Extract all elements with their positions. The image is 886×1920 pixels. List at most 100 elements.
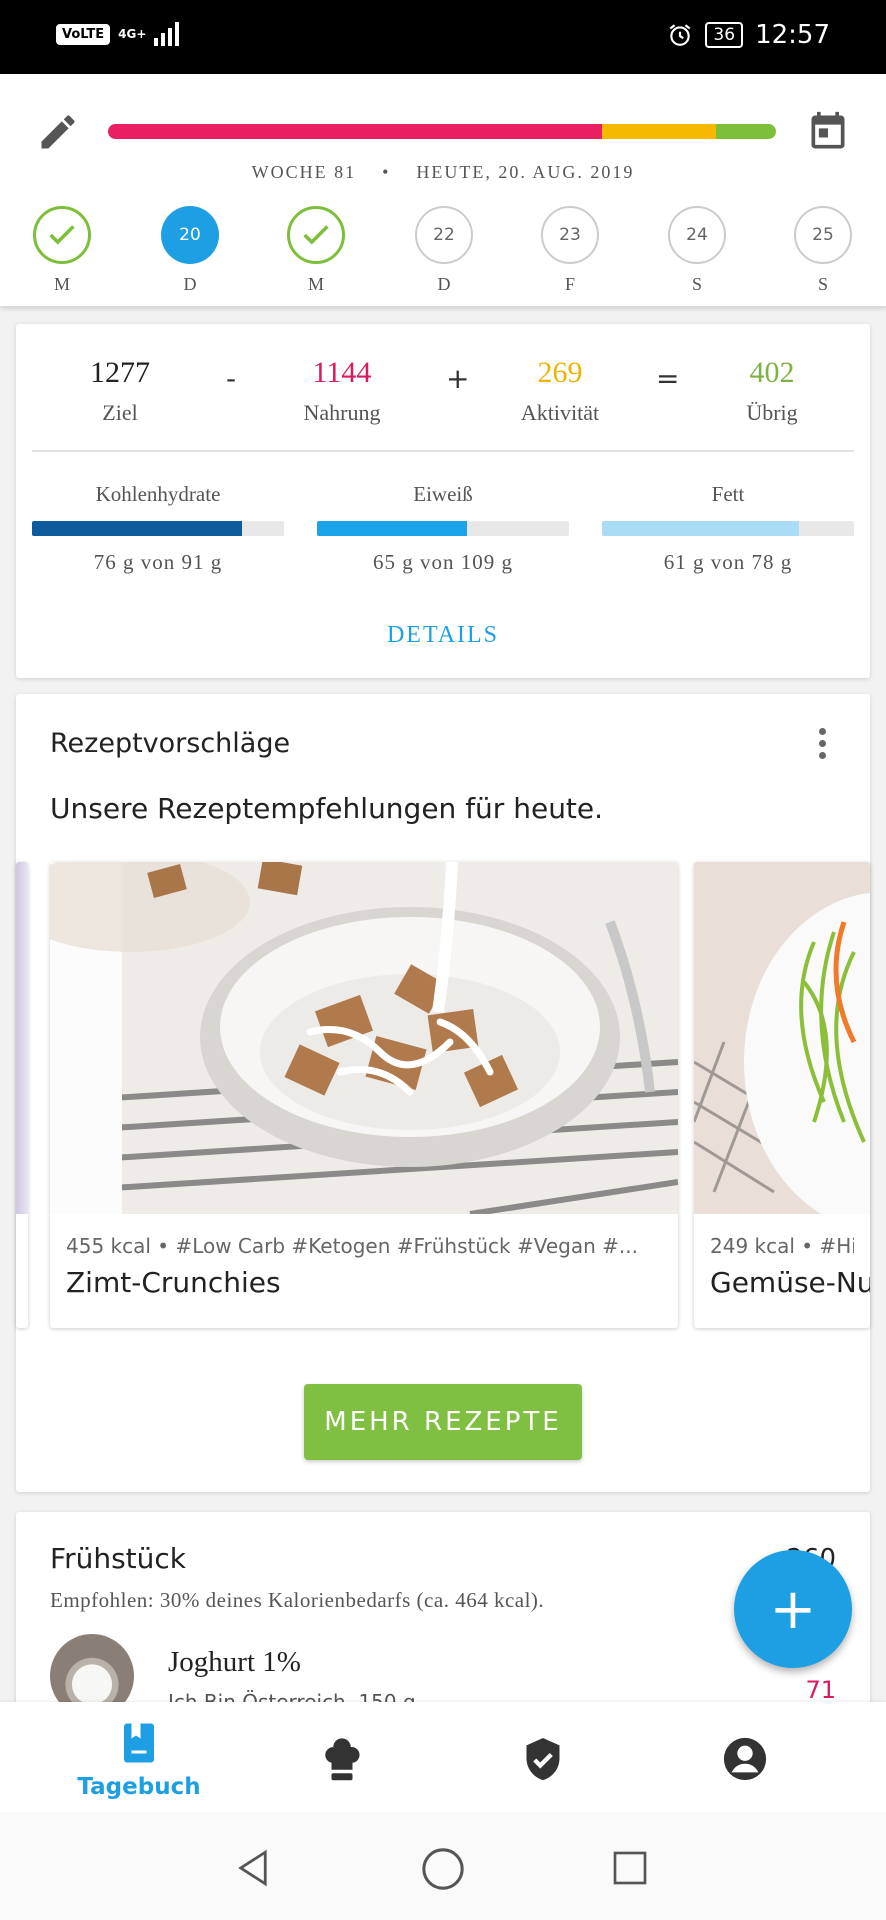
day-4[interactable]: 22 D [414, 206, 474, 295]
day-2[interactable]: 20 D [160, 206, 220, 295]
breakfast-title: Frühstück [50, 1542, 186, 1575]
day-letter: F [564, 274, 575, 294]
macro-value: 76 g von 91 g [93, 550, 223, 574]
week-label: WOCHE 81 [251, 162, 357, 182]
day-circle [287, 206, 345, 264]
macro-bar [602, 521, 854, 536]
day-letter: M [307, 274, 324, 294]
day-circle [33, 206, 91, 264]
nav-profile[interactable] [665, 1736, 825, 1786]
day-letter: S [817, 274, 828, 294]
diary-book-icon [124, 1723, 154, 1763]
clock: 12:57 [755, 20, 830, 50]
macro-value: 61 g von 78 g [663, 550, 793, 574]
day-letter: D [183, 274, 197, 294]
recipe-image [16, 862, 28, 1214]
day-3[interactable]: M [286, 206, 346, 295]
nav-diary[interactable]: Tagebuch [59, 1722, 219, 1800]
week-date-line: WOCHE 81 • HEUTE, 20. AUG. 2019 [0, 162, 886, 183]
activity-value: 269 [537, 356, 583, 389]
recipe-name: Gemüse-Nu [710, 1266, 870, 1299]
food-item-name[interactable]: Joghurt 1% [168, 1646, 301, 1679]
day-circle: 22 [415, 206, 473, 264]
macro-carbs: Kohlenhydrate 76 g von 91 g [32, 482, 284, 575]
recipe-image [694, 862, 870, 1214]
day-circle: 25 [794, 206, 852, 264]
add-entry-button[interactable]: + [734, 1550, 852, 1668]
edit-icon[interactable] [36, 110, 80, 154]
recipe-meta: 455 kcal • #Low Carb #Ketogen #Frühstück… [66, 1234, 638, 1258]
shield-check-icon [526, 1738, 560, 1781]
calorie-progress-bar [108, 124, 776, 139]
macro-fat: Fett 61 g von 78 g [602, 482, 854, 575]
date-label: HEUTE, 20. AUG. 2019 [416, 162, 635, 182]
volte-indicator: VoLTE [56, 23, 111, 45]
food-value: 1144 [312, 356, 372, 389]
day-letter: S [691, 274, 702, 294]
nav-diary-label: Tagebuch [77, 1774, 201, 1800]
progress-activity [602, 124, 716, 139]
day-5[interactable]: 23 F [540, 206, 600, 295]
more-options-icon[interactable] [816, 728, 828, 766]
minus-sign: - [226, 362, 237, 395]
progress-remaining [715, 124, 776, 139]
status-right: 36 12:57 [667, 20, 830, 50]
day-1[interactable]: M [32, 206, 92, 295]
recipe-card-next[interactable]: 249 kcal • #Hig Gemüse-Nu [694, 862, 870, 1328]
recipe-meta: 249 kcal • #Hig [710, 1234, 854, 1258]
back-icon[interactable] [232, 1846, 274, 1890]
recipes-subtitle: Unsere Rezeptempfehlungen für heute. [50, 792, 604, 825]
network-type: 4G+ [118, 27, 147, 41]
remaining-value: 402 [749, 356, 795, 389]
nav-plus[interactable] [463, 1736, 623, 1788]
food-label: Nahrung [303, 400, 381, 425]
food-column: 1144 Nahrung [262, 356, 422, 426]
goal-label: Ziel [102, 400, 138, 425]
recipe-image [50, 862, 678, 1214]
bottom-navigation: Tagebuch [0, 1702, 886, 1812]
week-separator: • [382, 162, 391, 182]
status-left: VoLTE 4G+ [56, 22, 180, 46]
day-7[interactable]: 25 S [793, 206, 853, 295]
food-item-kcal: 71 [805, 1676, 836, 1704]
summary-divider [32, 450, 854, 452]
calendar-icon[interactable] [806, 108, 850, 156]
goal-column: 1277 Ziel [40, 356, 200, 426]
nav-recipes[interactable] [262, 1738, 422, 1788]
recipes-title: Rezeptvorschläge [50, 728, 291, 759]
day-circle: 24 [668, 206, 726, 264]
breakfast-recommendation: Empfohlen: 30% deines Kalorienbedarfs (c… [50, 1588, 545, 1612]
recents-icon[interactable] [610, 1848, 650, 1888]
details-button[interactable]: DETAILS [16, 622, 870, 649]
calorie-summary-card: 1277 Ziel - 1144 Nahrung + 269 Aktivität… [16, 324, 870, 678]
recipe-card-previous[interactable] [16, 862, 28, 1328]
alarm-icon [670, 24, 691, 46]
cereal-bowl-illustration [50, 862, 678, 1214]
home-icon[interactable] [420, 1846, 466, 1892]
recipe-card[interactable]: 455 kcal • #Low Carb #Ketogen #Frühstück… [50, 862, 678, 1328]
equals-sign: = [656, 362, 680, 395]
week-day-selector: M 20 D M 22 D 23 F 24 S 25 S [0, 206, 886, 302]
recipe-name: Zimt-Crunchies [66, 1266, 281, 1299]
macro-value: 65 g von 109 g [373, 550, 513, 574]
macro-bar-fill [317, 521, 468, 536]
diary-header: WOCHE 81 • HEUTE, 20. AUG. 2019 M 20 D M… [0, 74, 886, 306]
activity-column: 269 Aktivität [480, 356, 640, 426]
macro-protein: Eiweiß 65 g von 109 g [317, 482, 569, 575]
remaining-column: 402 Übrig [692, 356, 852, 426]
macro-bar-fill [32, 521, 243, 536]
macro-bar [32, 521, 284, 536]
day-6[interactable]: 24 S [667, 206, 727, 295]
profile-icon [723, 1737, 767, 1781]
more-recipes-button[interactable]: MEHR REZEPTE [304, 1384, 582, 1460]
day-letter: M [53, 274, 70, 294]
day-circle: 23 [541, 206, 599, 264]
day-letter: D [437, 274, 451, 294]
recipe-info: 249 kcal • #Hig Gemüse-Nu [694, 1214, 870, 1299]
macro-bar [317, 521, 569, 536]
day-circle: 20 [161, 206, 219, 264]
veggie-noodles-illustration [694, 862, 870, 1214]
system-navigation-bar [0, 1812, 886, 1920]
signal-icon [154, 22, 180, 46]
check-icon [49, 225, 75, 245]
